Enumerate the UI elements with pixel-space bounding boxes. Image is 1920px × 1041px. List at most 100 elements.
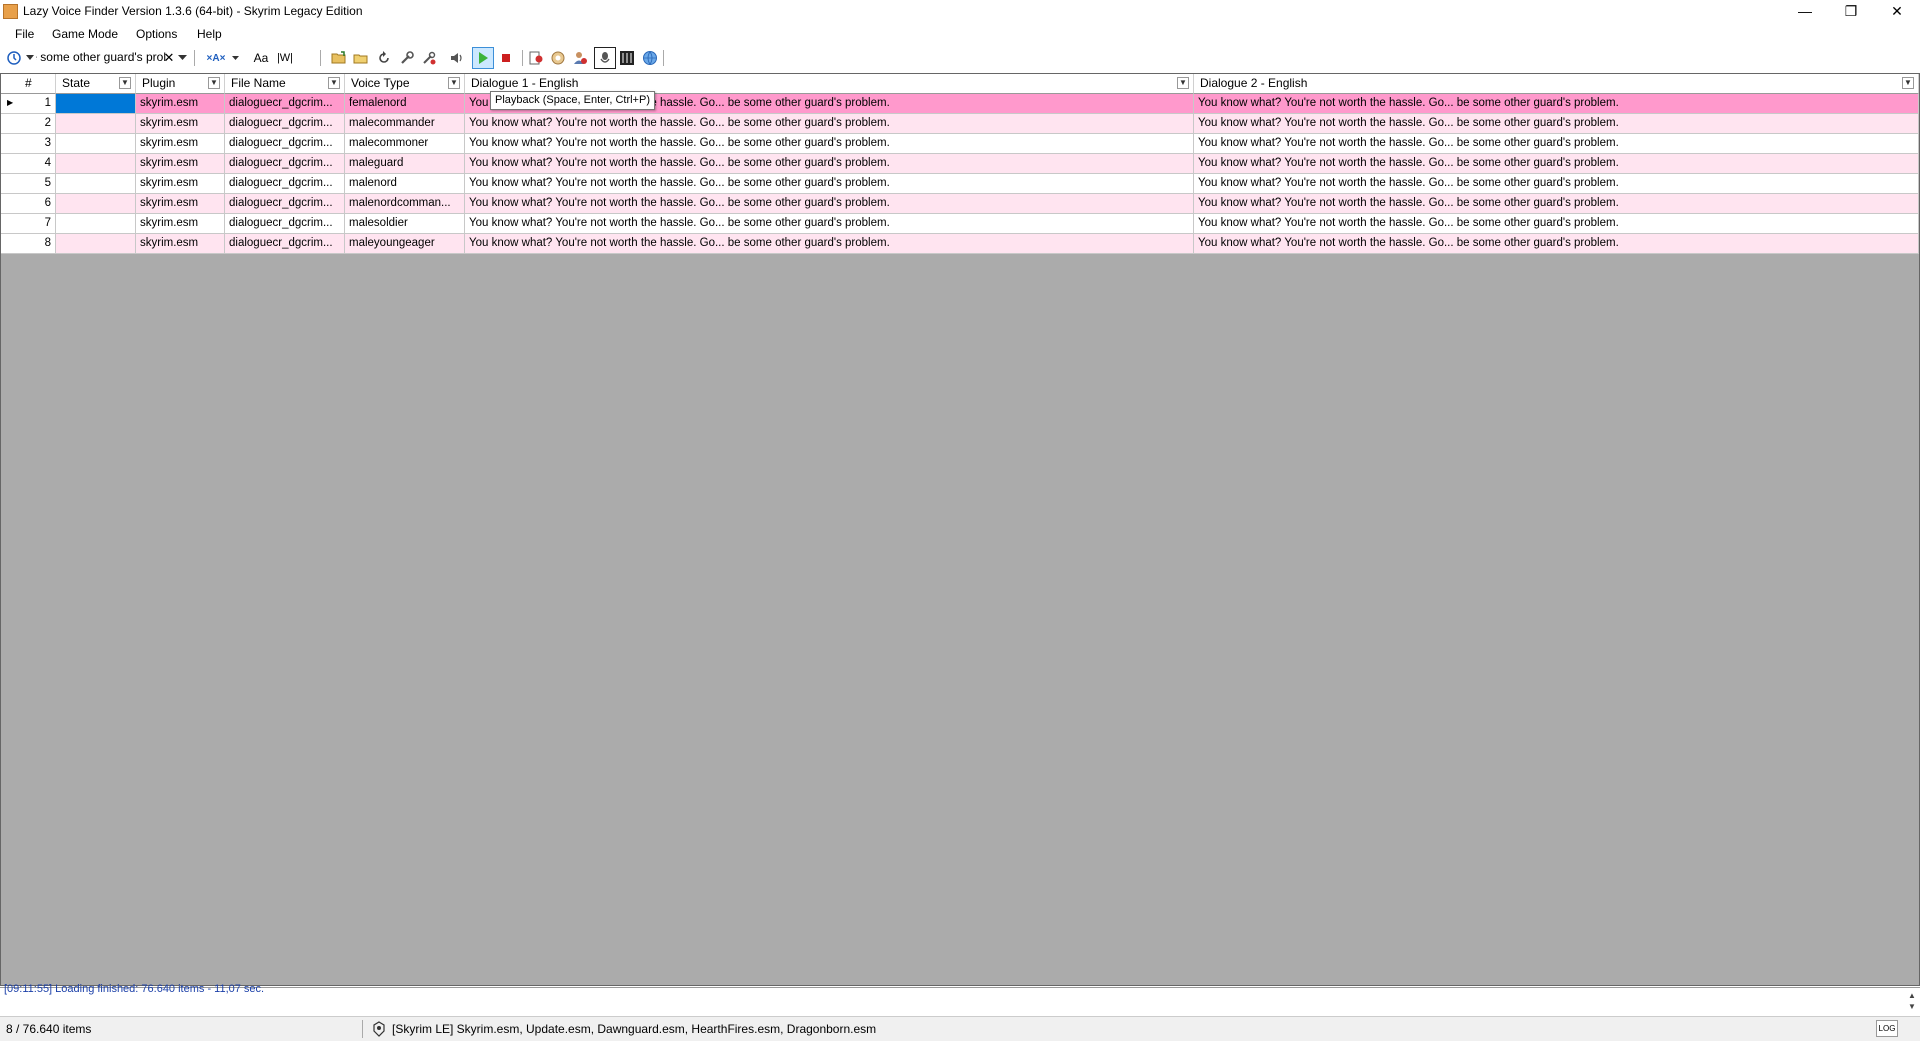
voice-type-cell[interactable]: malenordcomman... xyxy=(345,194,465,214)
open-folder-icon[interactable] xyxy=(330,49,348,67)
file-name-cell[interactable]: dialoguecr_dgcrim... xyxy=(225,194,345,214)
dialogue-1-cell[interactable]: You know what? You're not worth the hass… xyxy=(465,134,1194,154)
dialogue-2-cell[interactable]: You know what? You're not worth the hass… xyxy=(1194,174,1919,194)
plugin-cell[interactable]: skyrim.esm xyxy=(136,234,225,254)
search-history-dropdown-icon[interactable] xyxy=(25,49,35,67)
plugin-cell[interactable]: skyrim.esm xyxy=(136,194,225,214)
file-name-cell[interactable]: dialoguecr_dgcrim... xyxy=(225,234,345,254)
plugin-cell[interactable]: skyrim.esm xyxy=(136,134,225,154)
column-header-file-name[interactable]: File Name ▼ xyxy=(225,74,345,94)
dialogue-1-cell[interactable]: You know what? You're not worth the hass… xyxy=(465,194,1194,214)
search-input[interactable]: be some other guard's prol xyxy=(36,50,166,67)
voice-type-cell[interactable]: malecommander xyxy=(345,114,465,134)
clear-search-icon[interactable]: ✕ xyxy=(162,49,176,67)
row-number[interactable]: 6 xyxy=(1,194,56,214)
voice-type-cell[interactable]: malenord xyxy=(345,174,465,194)
column-header-voice-type[interactable]: Voice Type ▼ xyxy=(345,74,465,94)
voice-type-cell[interactable]: maleyoungeager xyxy=(345,234,465,254)
voice-icon[interactable] xyxy=(594,47,616,69)
table-row[interactable]: 4 skyrim.esm dialoguecr_dgcrim... maleguard… xyxy=(1,154,1919,174)
voice-type-cell[interactable]: maleguard xyxy=(345,154,465,174)
table-row[interactable]: 2 skyrim.esm dialoguecr_dgcrim... malecomma… xyxy=(1,114,1919,134)
row-number[interactable]: 3 xyxy=(1,134,56,154)
dialogue-2-cell[interactable]: You know what? You're not worth the hass… xyxy=(1194,194,1919,214)
whole-word-toggle[interactable]: |W| xyxy=(274,49,296,67)
matrix-icon[interactable] xyxy=(618,49,636,67)
voice-type-cell[interactable]: femalenord xyxy=(345,94,465,114)
row-number[interactable]: 5 xyxy=(1,174,56,194)
extract-icon[interactable] xyxy=(549,49,567,67)
column-header-number[interactable]: # xyxy=(1,74,56,94)
file-name-cell[interactable]: dialoguecr_dgcrim... xyxy=(225,174,345,194)
state-cell[interactable] xyxy=(56,154,136,174)
state-cell[interactable] xyxy=(56,134,136,154)
state-cell[interactable] xyxy=(56,234,136,254)
dialogue-1-cell[interactable]: You know what? You're not worth the hass… xyxy=(465,174,1194,194)
filter-dropdown-icon[interactable]: ▼ xyxy=(208,77,220,89)
state-cell[interactable] xyxy=(56,114,136,134)
file-name-cell[interactable]: dialoguecr_dgcrim... xyxy=(225,134,345,154)
regex-dropdown-icon[interactable] xyxy=(230,49,240,67)
column-header-dialogue-2[interactable]: Dialogue 2 - English ▼ xyxy=(1194,74,1919,94)
voice-type-cell[interactable]: malesoldier xyxy=(345,214,465,234)
volume-icon[interactable] xyxy=(448,49,466,67)
log-button[interactable]: LOG xyxy=(1876,1020,1898,1037)
row-number[interactable]: 2 xyxy=(1,114,56,134)
voice-type-cell[interactable]: malecommoner xyxy=(345,134,465,154)
log-scroll-arrows-icon[interactable]: ▲ ▼ xyxy=(1906,990,1918,1014)
plugin-cell[interactable]: skyrim.esm xyxy=(136,174,225,194)
search-history-icon[interactable] xyxy=(5,49,23,67)
settings-wrench-icon[interactable] xyxy=(398,49,416,67)
row-number[interactable]: 4 xyxy=(1,154,56,174)
file-name-cell[interactable]: dialoguecr_dgcrim... xyxy=(225,154,345,174)
state-cell[interactable] xyxy=(56,214,136,234)
file-name-cell[interactable]: dialoguecr_dgcrim... xyxy=(225,94,345,114)
file-name-cell[interactable]: dialoguecr_dgcrim... xyxy=(225,114,345,134)
row-number[interactable]: 7 xyxy=(1,214,56,234)
filter-dropdown-icon[interactable]: ▼ xyxy=(448,77,460,89)
search-dropdown-icon[interactable] xyxy=(176,49,188,67)
dialogue-2-cell[interactable]: You know what? You're not worth the hass… xyxy=(1194,134,1919,154)
match-case-toggle[interactable]: Aa xyxy=(250,49,272,67)
dialogue-2-cell[interactable]: You know what? You're not worth the hass… xyxy=(1194,234,1919,254)
plugin-cell[interactable]: skyrim.esm xyxy=(136,114,225,134)
menu-help[interactable]: Help xyxy=(197,27,222,41)
play-icon[interactable] xyxy=(472,47,494,69)
open-file-icon[interactable] xyxy=(352,49,370,67)
column-header-plugin[interactable]: Plugin ▼ xyxy=(136,74,225,94)
tools-icon[interactable] xyxy=(420,49,438,67)
menu-file[interactable]: File xyxy=(15,27,34,41)
table-row[interactable]: 1 skyrim.esm dialoguecr_dgcrim... femalenor… xyxy=(1,94,1919,114)
close-button[interactable]: ✕ xyxy=(1874,0,1920,23)
regex-toggle[interactable]: ×A× xyxy=(203,49,229,67)
dialogue-1-cell[interactable]: You know what? You're not worth the hass… xyxy=(465,114,1194,134)
refresh-icon[interactable] xyxy=(375,49,393,67)
log-panel[interactable]: [09:11:55] Loading finished: 76.640 item… xyxy=(0,983,1920,1016)
state-cell[interactable] xyxy=(56,194,136,214)
stop-icon[interactable] xyxy=(497,49,515,67)
users-icon[interactable] xyxy=(572,49,590,67)
dialogue-2-cell[interactable]: You know what? You're not worth the hass… xyxy=(1194,214,1919,234)
globe-icon[interactable] xyxy=(641,49,659,67)
table-row[interactable]: 7 skyrim.esm dialoguecr_dgcrim... malesoldi… xyxy=(1,214,1919,234)
menu-options[interactable]: Options xyxy=(136,27,177,41)
plugin-cell[interactable]: skyrim.esm xyxy=(136,214,225,234)
filter-dropdown-icon[interactable]: ▼ xyxy=(328,77,340,89)
table-row[interactable]: 3 skyrim.esm dialoguecr_dgcrim... malecommo… xyxy=(1,134,1919,154)
dialogue-2-cell[interactable]: You know what? You're not worth the hass… xyxy=(1194,94,1919,114)
restore-button[interactable]: ❐ xyxy=(1828,0,1874,23)
dialogue-2-cell[interactable]: You know what? You're not worth the hass… xyxy=(1194,114,1919,134)
filter-dropdown-icon[interactable]: ▼ xyxy=(1902,77,1914,89)
plugin-cell[interactable]: skyrim.esm xyxy=(136,154,225,174)
state-cell[interactable] xyxy=(56,94,136,114)
state-cell[interactable] xyxy=(56,174,136,194)
table-row[interactable]: 8 skyrim.esm dialoguecr_dgcrim... maleyoung… xyxy=(1,234,1919,254)
dialogue-1-cell[interactable]: You know what? You're not worth the hass… xyxy=(465,214,1194,234)
dialogue-2-cell[interactable]: You know what? You're not worth the hass… xyxy=(1194,154,1919,174)
filter-dropdown-icon[interactable]: ▼ xyxy=(119,77,131,89)
table-row[interactable]: 6 skyrim.esm dialoguecr_dgcrim... malenordc… xyxy=(1,194,1919,214)
menu-game-mode[interactable]: Game Mode xyxy=(52,27,118,41)
row-number[interactable]: 8 xyxy=(1,234,56,254)
dialogue-1-cell[interactable]: You know what? You're not worth the hass… xyxy=(465,154,1194,174)
filter-dropdown-icon[interactable]: ▼ xyxy=(1177,77,1189,89)
